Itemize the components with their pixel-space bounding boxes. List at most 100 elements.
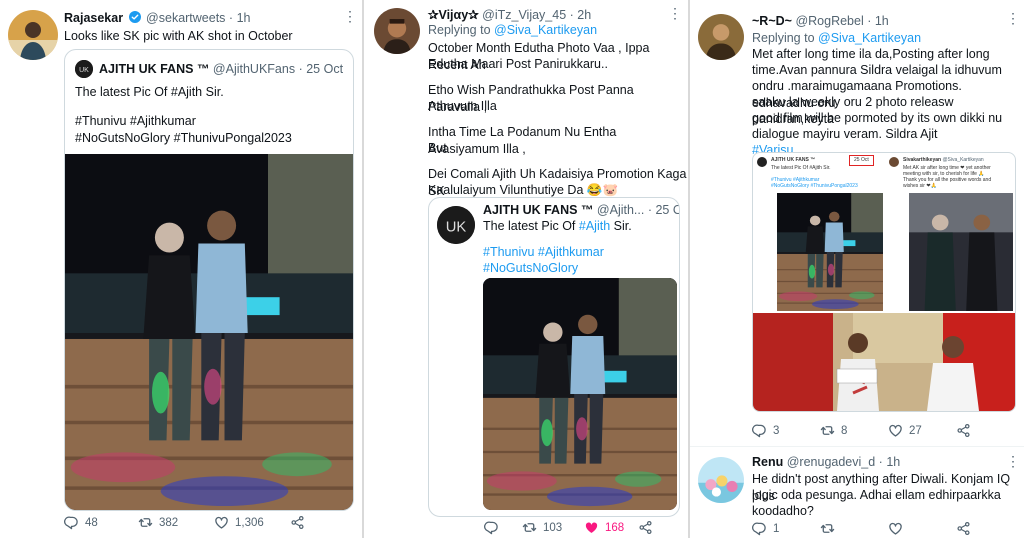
- avatar[interactable]: [374, 8, 420, 54]
- retweet-count: 103: [543, 521, 563, 534]
- collage-left-tweet: AJITH UK FANS ™ 25 Oct The latest Pic Of…: [757, 155, 885, 311]
- retweet-icon: [820, 426, 835, 435]
- tweet-text: Looks like SK pic with AK shot in Octobe…: [64, 29, 293, 43]
- share-icon: [957, 521, 970, 536]
- collage-right-photo: [909, 193, 1013, 311]
- quoted-tweet[interactable]: UK AJITH UK FANS ™ @Ajith... · 25 Oct Th…: [428, 197, 680, 517]
- svg-text:UK: UK: [446, 219, 467, 235]
- retweet-button[interactable]: 8: [820, 423, 847, 438]
- avatar[interactable]: [698, 14, 744, 60]
- date-highlight: 25 Oct: [849, 155, 874, 166]
- more-options-icon[interactable]: ⋮: [668, 5, 682, 22]
- quoted-name: AJITH UK FANS ™: [99, 62, 210, 76]
- quoted-hashtags-1[interactable]: #Thunivu #Ajithkumar: [483, 244, 604, 261]
- share-button[interactable]: [290, 515, 305, 530]
- svg-text:UK: UK: [79, 67, 89, 74]
- tweet-text-p3b: But: [428, 141, 447, 155]
- heart-filled-icon: [585, 522, 598, 533]
- share-icon: [639, 520, 652, 535]
- mention-link[interactable]: @Siva_Kartikeyan: [494, 23, 597, 37]
- display-name[interactable]: Rajasekar: [64, 11, 123, 25]
- quoted-hashtags-1[interactable]: #Thunivu #Ajithkumar: [75, 113, 196, 130]
- timestamp[interactable]: 2h: [577, 8, 591, 22]
- reply-button[interactable]: 3: [752, 423, 779, 438]
- verified-icon: [128, 11, 141, 23]
- tweet-header: Renu @renugadevi_d · 1h: [752, 455, 901, 469]
- tweet-renu[interactable]: Renu @renugadevi_d · 1h ⋮ He didn't post…: [690, 447, 1024, 538]
- quoted-text-line1: The latest Pic Of #Ajith Sir.: [483, 219, 632, 233]
- tweet-text-l5: good film will be pormoted by its own di…: [752, 111, 1003, 125]
- retweet-button[interactable]: 382: [138, 515, 178, 530]
- handle[interactable]: @renugadevi_d: [787, 455, 875, 469]
- like-button[interactable]: 168: [584, 520, 624, 535]
- collage-right-tweet: Sivakarthikeyan @Siva_Kartikeyan Met AK …: [887, 155, 1015, 311]
- tweet-photo[interactable]: [65, 154, 353, 510]
- more-options-icon[interactable]: ⋮: [1006, 453, 1020, 470]
- like-count: 168: [605, 521, 625, 534]
- avatar: [757, 157, 767, 167]
- quoted-avatar: UK: [75, 60, 93, 78]
- reply-button[interactable]: [484, 520, 505, 535]
- quoted-hashtags-2[interactable]: #NoGutsNoGlory #ThunivuPongal2023: [75, 130, 292, 147]
- like-button[interactable]: 1,306: [214, 515, 264, 530]
- handle[interactable]: @sekartweets: [146, 11, 225, 25]
- tweet-text-l2: logic oda pesunga. Adhai ellam edhirpaar…: [752, 488, 1001, 502]
- reply-icon: [64, 516, 78, 530]
- heart-icon: [889, 424, 902, 437]
- share-icon: [291, 515, 304, 530]
- retweet-button[interactable]: 103: [522, 520, 562, 535]
- tweet-header: Rajasekar @sekartweets · 1h: [64, 11, 251, 25]
- tweet-rajasekar[interactable]: Rajasekar @sekartweets · 1h ⋮ Looks like…: [0, 0, 362, 538]
- retweet-count: 8: [841, 424, 848, 437]
- quoted-name: AJITH UK FANS ™: [483, 203, 594, 217]
- avatar: [889, 157, 899, 167]
- share-button[interactable]: [638, 520, 653, 535]
- quoted-tweet[interactable]: UK AJITH UK FANS ™ @AjithUKFans · 25 Oct…: [64, 49, 354, 511]
- share-icon: [957, 423, 970, 438]
- reply-icon: [484, 521, 498, 535]
- quoted-avatar: UK: [437, 206, 475, 244]
- like-button[interactable]: 27: [888, 423, 922, 438]
- share-button[interactable]: [956, 423, 971, 438]
- quoted-date: 25 Oct: [655, 203, 679, 217]
- share-button[interactable]: [956, 521, 971, 536]
- collage-meme: [753, 313, 1015, 411]
- more-options-icon[interactable]: ⋮: [1006, 10, 1020, 27]
- heart-icon: [889, 522, 902, 535]
- handle[interactable]: @RogRebel: [795, 14, 863, 28]
- collage-left-name: AJITH UK FANS ™: [771, 157, 816, 163]
- handle[interactable]: @iTz_Vijay_45: [482, 8, 566, 22]
- timestamp[interactable]: 1h: [237, 11, 251, 25]
- like-button[interactable]: [888, 521, 903, 536]
- collage-left-text: The latest Pic Of #Ajith Sir.: [771, 165, 831, 171]
- reply-icon: [752, 424, 766, 438]
- tweet-text-p2b: Athuvum Illa: [428, 99, 497, 113]
- display-name[interactable]: ✰Vijαy✰: [428, 8, 479, 22]
- timestamp[interactable]: 1h: [886, 455, 900, 469]
- reply-icon: [752, 522, 766, 536]
- mention-link[interactable]: @Siva_Kartikeyan: [818, 31, 921, 45]
- tweet-photo[interactable]: [483, 278, 677, 510]
- display-name[interactable]: Renu: [752, 455, 783, 469]
- collage-right-text4: wishes sir ❤🙏: [903, 183, 937, 189]
- collage-image[interactable]: AJITH UK FANS ™ 25 Oct The latest Pic Of…: [752, 152, 1016, 412]
- retweet-icon: [522, 523, 537, 532]
- retweet-icon: [820, 524, 835, 533]
- tweet-text-l6: dialogue mayiru veram. Sildra Ajit: [752, 127, 938, 141]
- like-count: 1,306: [235, 516, 264, 529]
- quoted-handle: @AjithUKFans: [212, 62, 296, 76]
- avatar[interactable]: [8, 10, 58, 60]
- timestamp[interactable]: 1h: [875, 14, 889, 28]
- reply-button[interactable]: 48: [64, 515, 98, 530]
- more-options-icon[interactable]: ⋮: [343, 8, 357, 25]
- reply-button[interactable]: 1: [752, 521, 779, 536]
- replying-to: Replying to @Siva_Kartikeyan: [428, 23, 598, 37]
- retweet-button[interactable]: [820, 521, 835, 536]
- tweet-vijay[interactable]: ✰Vijαy✰ @iTz_Vijay_45 · 2h ⋮ Replying to…: [364, 0, 688, 538]
- heart-icon: [215, 516, 228, 529]
- quoted-header: AJITH UK FANS ™ @AjithUKFans · 25 Oct: [99, 62, 344, 76]
- tweet-rogrebel[interactable]: ~R~D~ @RogRebel · 1h ⋮ Replying to @Siva…: [690, 0, 1024, 538]
- retweet-count: 382: [159, 516, 179, 529]
- display-name[interactable]: ~R~D~: [752, 14, 792, 28]
- avatar[interactable]: [698, 457, 744, 503]
